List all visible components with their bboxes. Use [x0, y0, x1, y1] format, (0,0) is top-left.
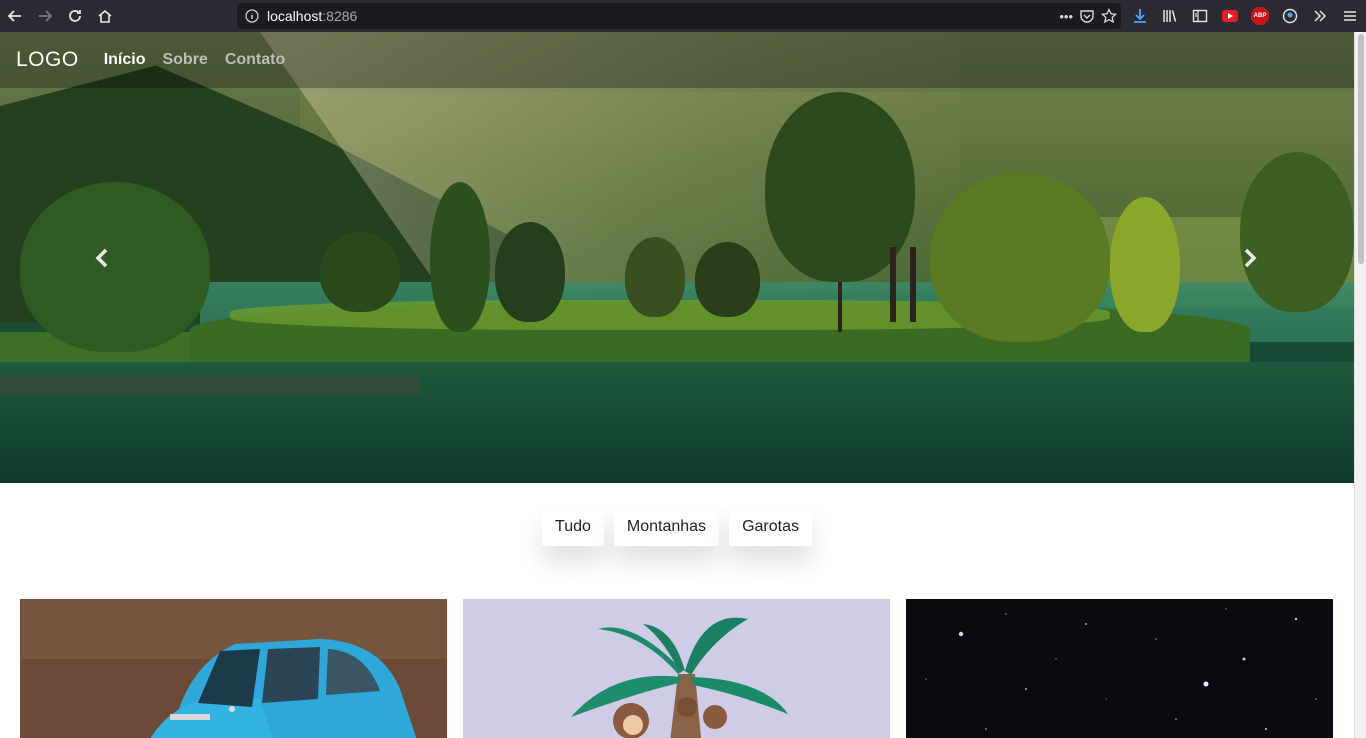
hero-carousel: LOGO Início Sobre Contato — [0, 32, 1354, 483]
bookmark-star-icon[interactable] — [1101, 8, 1117, 24]
hero-fence — [0, 377, 420, 395]
hero-tree — [1240, 152, 1354, 312]
page-scrollbar[interactable] — [1354, 32, 1366, 738]
gallery-item-palm[interactable] — [463, 599, 890, 738]
hero-tree — [495, 222, 565, 322]
carousel-prev-button[interactable] — [90, 245, 114, 271]
nav-link-inicio[interactable]: Início — [104, 51, 146, 69]
more-actions-icon[interactable]: ••• — [1059, 9, 1073, 24]
hero-tree — [20, 182, 210, 352]
palm-monkey-image — [463, 599, 890, 738]
chevron-right-icon — [1244, 248, 1257, 268]
hero-tree — [695, 242, 760, 317]
hero-tree — [930, 172, 1110, 342]
filter-montanhas-button[interactable]: Montanhas — [613, 508, 720, 546]
browser-toolbar: localhost:8286 ••• ABP — [0, 0, 1366, 32]
hero-post — [890, 247, 896, 322]
site-logo[interactable]: LOGO — [16, 48, 79, 72]
youtube-extension-icon[interactable] — [1218, 4, 1242, 28]
arrow-left-icon — [7, 10, 21, 22]
download-icon[interactable] — [1128, 4, 1152, 28]
forward-button[interactable] — [30, 0, 60, 32]
image-gallery — [20, 599, 1334, 738]
nav-links: Início Sobre Contato — [104, 51, 286, 69]
url-port: :8286 — [322, 8, 358, 24]
carousel-next-button[interactable] — [1238, 245, 1262, 271]
scrollbar-thumb[interactable] — [1358, 34, 1364, 264]
url-host: localhost — [267, 8, 323, 24]
starry-sky-image — [906, 599, 1333, 738]
toy-car-image — [20, 599, 447, 738]
gallery-item-car[interactable] — [20, 599, 447, 738]
reload-button[interactable] — [60, 0, 90, 32]
account-extension-icon[interactable] — [1278, 4, 1302, 28]
menu-icon[interactable] — [1338, 4, 1362, 28]
filter-garotas-button[interactable]: Garotas — [729, 508, 812, 546]
adblock-plus-icon[interactable]: ABP — [1248, 4, 1272, 28]
hero-tree — [320, 232, 400, 312]
page-viewport: LOGO Início Sobre Contato Tudo Montanhas… — [0, 32, 1354, 738]
overflow-chevron-icon[interactable] — [1308, 4, 1332, 28]
hero-tree — [430, 182, 490, 332]
home-icon — [98, 9, 112, 23]
filter-buttons: Tudo Montanhas Garotas — [0, 508, 1354, 546]
sidebar-icon[interactable] — [1188, 4, 1212, 28]
nav-link-sobre[interactable]: Sobre — [162, 51, 207, 69]
address-bar[interactable]: localhost:8286 ••• — [237, 3, 1121, 29]
chevron-left-icon — [95, 248, 108, 268]
hero-tree — [1110, 197, 1180, 332]
hero-post — [910, 247, 916, 322]
gallery-item-stars[interactable] — [906, 599, 1333, 738]
back-button[interactable] — [0, 0, 30, 32]
reload-icon — [69, 10, 81, 22]
hero-tree — [625, 237, 685, 317]
filter-tudo-button[interactable]: Tudo — [542, 508, 604, 546]
nav-link-contato[interactable]: Contato — [225, 51, 285, 69]
library-icon[interactable] — [1158, 4, 1182, 28]
info-icon[interactable] — [237, 9, 267, 23]
site-navbar: LOGO Início Sobre Contato — [0, 32, 1354, 88]
pocket-icon[interactable] — [1079, 8, 1095, 24]
arrow-right-icon — [39, 10, 53, 22]
home-button[interactable] — [90, 0, 120, 32]
